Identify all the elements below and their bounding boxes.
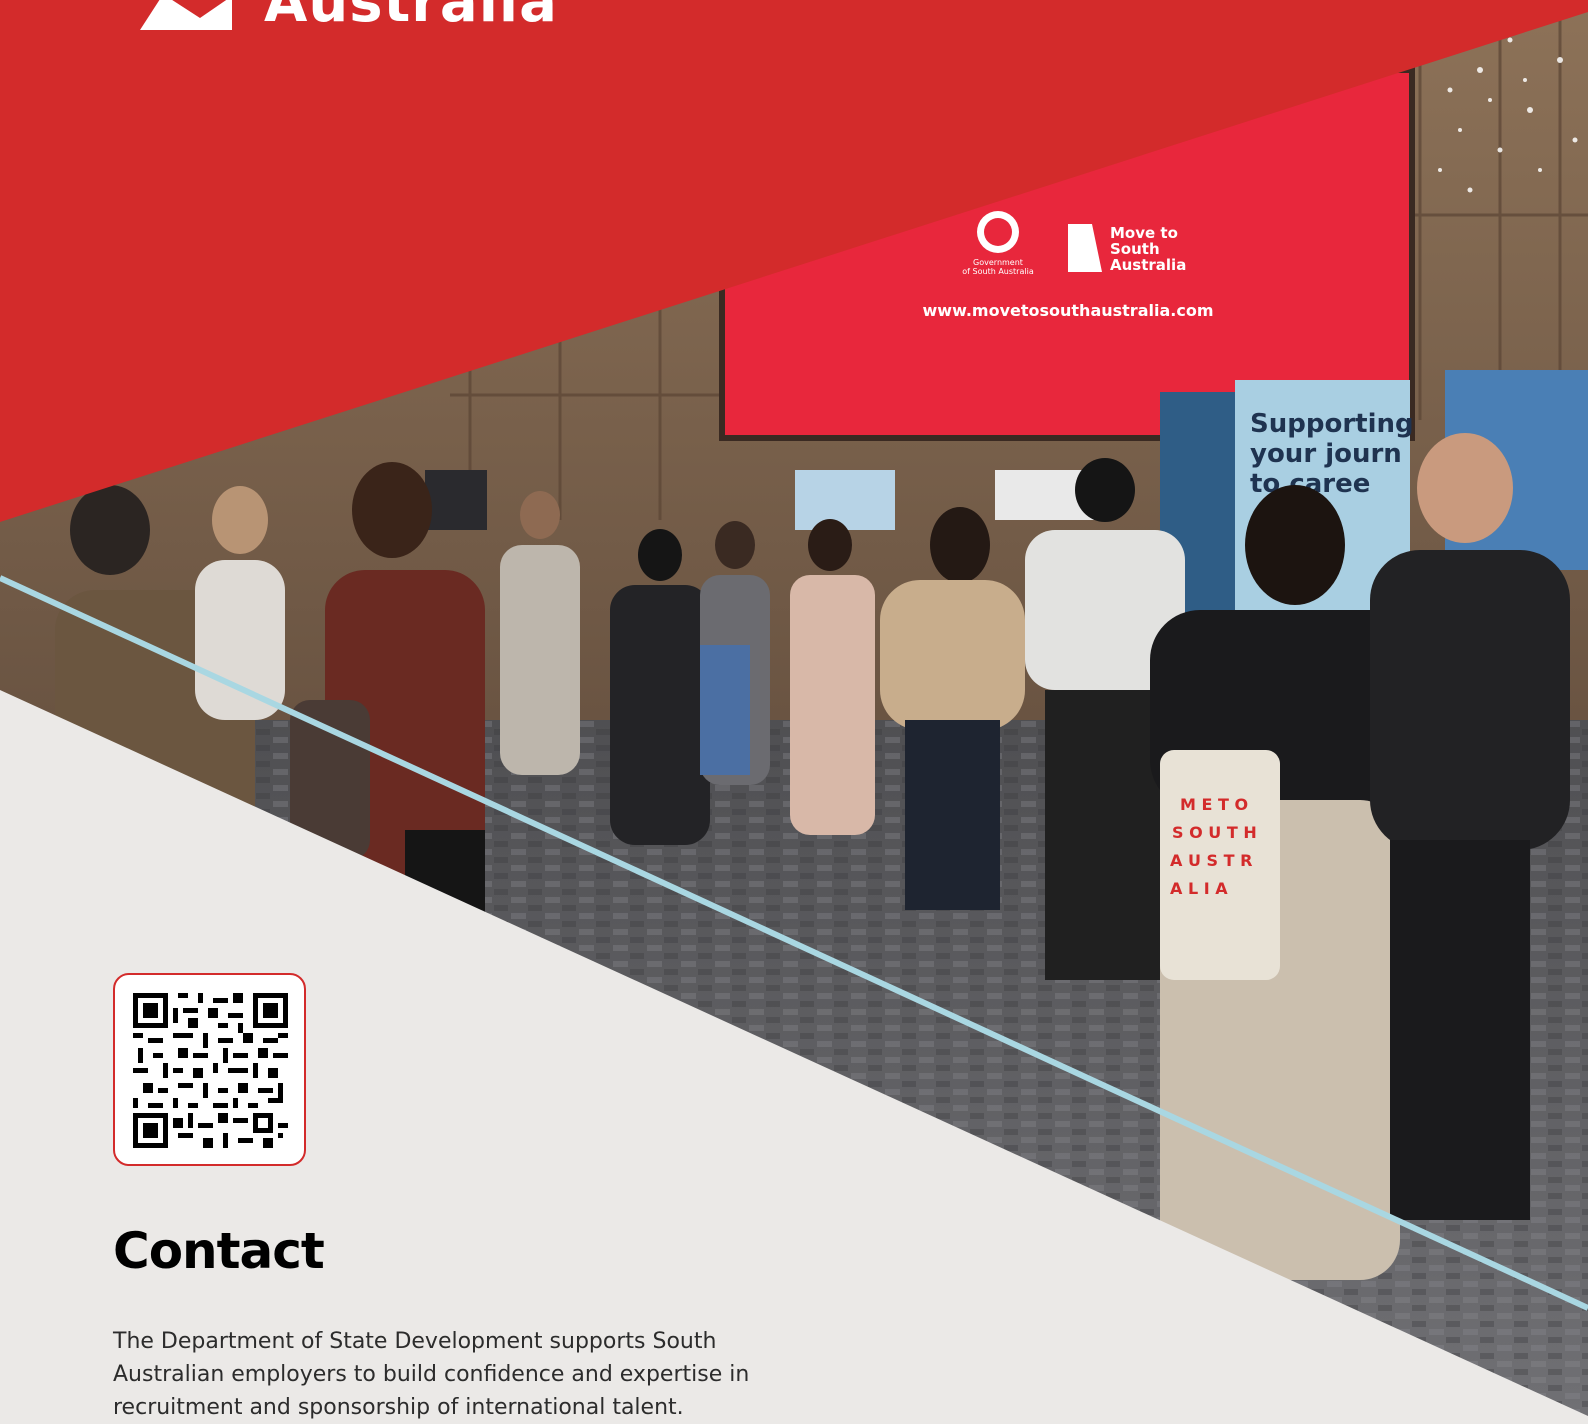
graphic-overlay	[0, 0, 1588, 1416]
qr-code-card[interactable]	[113, 973, 306, 1166]
red-diagonal-band	[0, 0, 1588, 522]
contact-body: The Department of State Development supp…	[113, 1329, 750, 1420]
brand-logo-icon	[140, 0, 232, 30]
brand-logo-text: Australia	[264, 0, 558, 35]
qr-code-icon[interactable]	[133, 993, 288, 1148]
contact-title: Contact	[113, 1222, 325, 1280]
